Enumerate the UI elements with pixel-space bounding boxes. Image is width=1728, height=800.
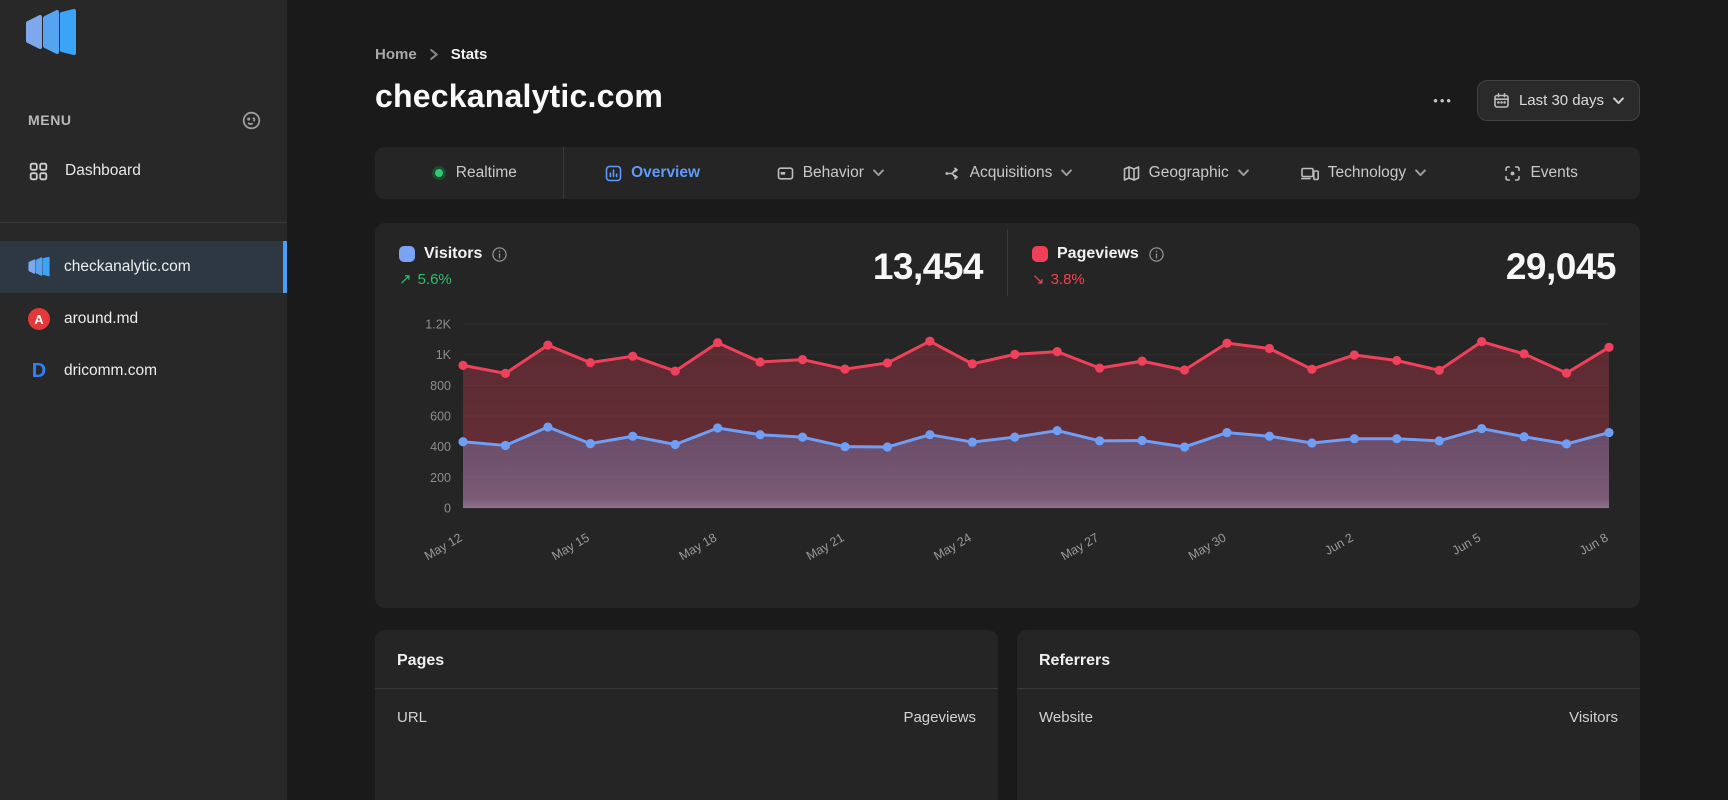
app-logo-icon — [25, 8, 77, 58]
svg-text:May 15: May 15 — [549, 530, 592, 563]
tabbar: Realtime Overview Behavior — [375, 147, 1640, 199]
svg-text:Jun 5: Jun 5 — [1450, 530, 1484, 557]
pages-card: Pages URL Pageviews — [375, 630, 998, 800]
pageviews-trend: ↘3.8% — [1032, 270, 1165, 288]
info-icon[interactable] — [1148, 246, 1165, 263]
pages-card-title: Pages — [375, 630, 998, 689]
devices-icon — [1301, 165, 1319, 182]
svg-text:Jun 2: Jun 2 — [1322, 530, 1356, 557]
pageviews-swatch — [1032, 246, 1048, 262]
calendar-icon — [1493, 92, 1510, 109]
realtime-dot-icon — [431, 165, 447, 181]
svg-text:0: 0 — [444, 502, 451, 516]
checkanalytic-logo-icon — [28, 256, 50, 278]
svg-text:May 21: May 21 — [804, 530, 847, 563]
bar-chart-icon — [605, 165, 622, 182]
referrers-col-website: Website — [1039, 709, 1093, 726]
tab-technology[interactable]: Technology — [1275, 147, 1453, 199]
referrers-card: Referrers Website Visitors — [1017, 630, 1640, 800]
visitors-value: 13,454 — [873, 246, 983, 288]
scan-target-icon — [1504, 165, 1521, 182]
app-logo[interactable] — [0, 0, 287, 58]
svg-text:1K: 1K — [436, 348, 452, 362]
trend-up-arrow-icon: ↗ — [399, 270, 412, 288]
tab-acquisitions[interactable]: Acquisitions — [919, 147, 1097, 199]
chevron-down-icon — [1613, 97, 1624, 105]
date-range-button[interactable]: Last 30 days — [1477, 80, 1640, 121]
svg-text:1.2K: 1.2K — [425, 318, 451, 332]
chevron-down-icon — [1238, 169, 1249, 177]
site-list: checkanalytic.com A around.md D dricomm.… — [0, 241, 287, 397]
tab-realtime[interactable]: Realtime — [385, 147, 563, 199]
chevron-down-icon — [1061, 169, 1072, 177]
sidebar-item-label: Dashboard — [65, 162, 141, 180]
traffic-chart-svg: 1.2K 1K 800 600 400 200 0 May 12 May 15 May 18 May… — [399, 310, 1616, 598]
site-label: around.md — [64, 310, 138, 328]
visitors-swatch — [399, 246, 415, 262]
site-label: dricomm.com — [64, 362, 157, 380]
chevron-down-icon — [1415, 169, 1426, 177]
svg-text:200: 200 — [430, 471, 451, 485]
menu-heading: MENU — [28, 112, 72, 128]
breadcrumb-chevron-icon — [429, 49, 439, 60]
feedback-face-icon[interactable] — [242, 111, 261, 130]
sidebar-item-dashboard[interactable]: Dashboard — [0, 148, 287, 194]
tab-overview[interactable]: Overview — [564, 147, 742, 199]
referrers-col-visitors: Visitors — [1569, 709, 1618, 726]
breadcrumb-home-link[interactable]: Home — [375, 46, 417, 63]
site-label: checkanalytic.com — [64, 258, 191, 276]
pageviews-stat: Pageviews ↘3.8% 29,045 — [1008, 223, 1640, 302]
sidebar-item-dricomm[interactable]: D dricomm.com — [0, 345, 287, 397]
sidebar-item-around-md[interactable]: A around.md — [0, 293, 287, 345]
more-options-button[interactable]: ••• — [1431, 87, 1455, 114]
overview-card: Visitors ↗5.6% 13,454 Pageviews — [375, 223, 1640, 608]
dashboard-grid-icon — [29, 162, 48, 181]
svg-text:May 18: May 18 — [677, 530, 720, 563]
main-content: Home Stats checkanalytic.com ••• Last 30… — [287, 0, 1728, 800]
around-md-logo-icon: A — [28, 308, 50, 330]
pages-col-url: URL — [397, 709, 427, 726]
pageviews-label: Pageviews — [1057, 245, 1139, 263]
svg-text:400: 400 — [430, 440, 451, 454]
svg-text:Jun 8: Jun 8 — [1577, 530, 1611, 557]
svg-text:600: 600 — [430, 410, 451, 424]
svg-text:800: 800 — [430, 379, 451, 393]
pages-col-pageviews: Pageviews — [903, 709, 976, 726]
dricomm-logo-icon: D — [28, 360, 50, 382]
tab-behavior[interactable]: Behavior — [741, 147, 919, 199]
visitors-trend: ↗5.6% — [399, 270, 508, 288]
sidebar-divider — [0, 222, 287, 223]
branch-icon — [944, 165, 961, 182]
breadcrumb: Home Stats — [375, 46, 1640, 63]
chevron-down-icon — [873, 169, 884, 177]
svg-text:May 12: May 12 — [422, 530, 465, 563]
breadcrumb-current: Stats — [451, 46, 488, 63]
sidebar: MENU Dashboard — [0, 0, 287, 800]
svg-text:May 27: May 27 — [1059, 530, 1102, 563]
page-title: checkanalytic.com — [375, 78, 663, 115]
trend-down-arrow-icon: ↘ — [1032, 270, 1045, 288]
pageviews-value: 29,045 — [1506, 246, 1616, 288]
traffic-chart: 1.2K 1K 800 600 400 200 0 May 12 May 15 May 18 May… — [375, 302, 1640, 600]
svg-text:May 24: May 24 — [931, 530, 974, 563]
stats-row: Visitors ↗5.6% 13,454 Pageviews — [375, 223, 1640, 302]
sidebar-item-checkanalytic[interactable]: checkanalytic.com — [0, 241, 287, 293]
date-range-label: Last 30 days — [1519, 92, 1604, 109]
visitors-stat: Visitors ↗5.6% 13,454 — [375, 223, 1007, 302]
window-icon — [777, 165, 794, 182]
tab-geographic[interactable]: Geographic — [1097, 147, 1275, 199]
visitors-label: Visitors — [424, 245, 482, 263]
info-icon[interactable] — [491, 246, 508, 263]
referrers-card-title: Referrers — [1017, 630, 1640, 689]
tab-events[interactable]: Events — [1452, 147, 1630, 199]
map-icon — [1123, 165, 1140, 182]
svg-text:May 30: May 30 — [1186, 530, 1229, 563]
